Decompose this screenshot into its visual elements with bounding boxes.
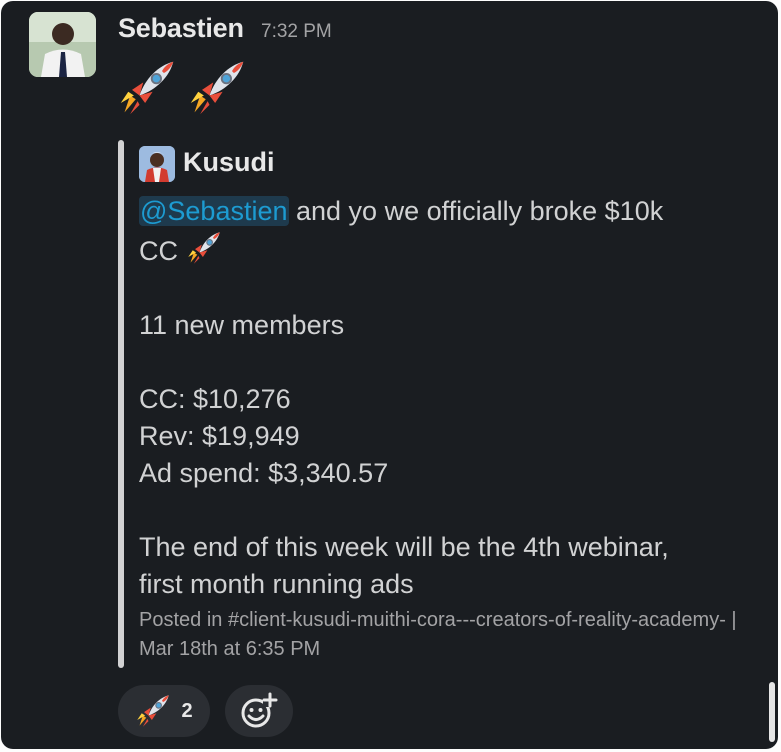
quote-line-3: 11 new members xyxy=(139,310,345,340)
quote-line-2: CC xyxy=(139,230,759,270)
quoted-author-name[interactable]: Kusudi xyxy=(183,147,275,178)
add-reaction-button[interactable] xyxy=(225,685,293,737)
quote-line-8: first month running ads xyxy=(139,569,414,599)
rocket-icon xyxy=(135,693,171,729)
quote-line-5: Rev: $19,949 xyxy=(139,421,300,451)
quote-text: CC xyxy=(139,236,178,266)
message-timestamp[interactable]: 7:32 PM xyxy=(261,21,332,43)
quote-line-7: The end of this week will be the 4th web… xyxy=(139,532,669,562)
user-mention[interactable]: @Sebastien xyxy=(139,196,289,226)
quote-footer[interactable]: Posted in #client-kusudi-muithi-cora---c… xyxy=(139,606,749,664)
rocket-reaction-button[interactable]: 2 xyxy=(118,685,210,737)
quote-line-4: CC: $10,276 xyxy=(139,384,291,414)
quote-line-6: Ad spend: $3,340.57 xyxy=(139,458,389,488)
author-avatar[interactable] xyxy=(29,12,96,77)
quote-line-1: @Sebastien and yo we officially broke $1… xyxy=(139,193,759,230)
quote-text: and yo we officially broke $10k xyxy=(288,196,664,226)
quote-bar xyxy=(118,140,124,668)
message-frame: Sebastien 7:32 PM Kusudi @Sebastien and … xyxy=(1,1,778,749)
rocket-icon xyxy=(117,58,177,118)
rocket-icon xyxy=(187,58,247,118)
quoted-message-body: @Sebastien and yo we officially broke $1… xyxy=(139,193,759,603)
quoted-author-avatar[interactable] xyxy=(139,146,175,182)
rocket-icon xyxy=(186,230,222,266)
reaction-count: 2 xyxy=(181,699,193,722)
message-rocket-emojis xyxy=(117,58,247,118)
author-name[interactable]: Sebastien xyxy=(118,13,244,44)
add-emoji-icon xyxy=(241,692,278,728)
scrollbar[interactable] xyxy=(769,682,775,742)
